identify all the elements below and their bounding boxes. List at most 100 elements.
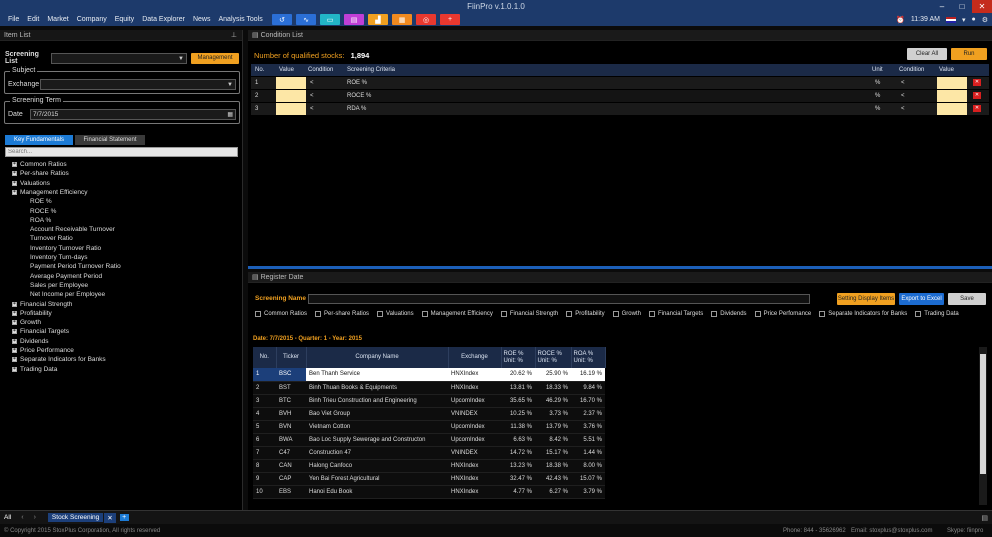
layout-icon[interactable]: ▤	[981, 514, 988, 522]
maximize-icon[interactable]: □	[952, 0, 972, 13]
th-no[interactable]: No.	[253, 347, 277, 368]
expand-icon[interactable]: +	[12, 171, 17, 177]
delete-icon[interactable]: ✕	[973, 105, 981, 112]
row-condition[interactable]: <	[310, 103, 314, 115]
delete-icon[interactable]: ✕	[973, 79, 981, 86]
table-row[interactable]: 5 BVN Vietnam Cotton UpcomIndex 11.38 % 13.79…	[253, 420, 605, 434]
menu-news[interactable]: News	[189, 13, 215, 26]
chart-icon[interactable]: ∿	[296, 14, 316, 25]
checkbox-icon[interactable]	[500, 311, 507, 317]
menu-file[interactable]: File	[4, 13, 23, 26]
tab-stock-screening[interactable]: Stock Screening	[47, 513, 104, 522]
row-condition-2[interactable]: <	[901, 103, 905, 115]
expand-icon[interactable]: +	[12, 162, 17, 167]
category-checkbox[interactable]: Per-share Ratios	[315, 311, 369, 317]
value-2-input[interactable]	[937, 103, 967, 115]
table-row[interactable]: 4 BVH Bao Viet Group VNINDEX 10.25 % 3.73 % 2.…	[253, 407, 605, 421]
tree-subitem[interactable]: Inventory Turnover Ratio	[30, 245, 101, 252]
tree-subitem[interactable]: ROA %	[30, 217, 51, 224]
row-condition-2[interactable]: <	[901, 77, 905, 89]
date-picker[interactable]: 7/7/2015 ▦	[30, 109, 236, 120]
th-ticker[interactable]: Ticker	[276, 347, 307, 368]
table-row[interactable]: 9 CAP Yen Bai Forest Agricultural HNXIndex 3…	[253, 472, 605, 486]
expand-icon[interactable]: +	[12, 320, 17, 326]
minimize-icon[interactable]: –	[932, 0, 952, 13]
tree-item[interactable]: + Common Ratios	[12, 161, 67, 168]
th-roa[interactable]: ROA % Unit: %	[571, 347, 606, 368]
user-icon[interactable]: ●	[971, 16, 975, 23]
tree-item[interactable]: + Financial Strength	[12, 301, 72, 308]
vertical-scrollbar[interactable]	[979, 347, 987, 505]
tree-subitem[interactable]: Sales per Employee	[30, 282, 88, 289]
category-checkbox[interactable]: Separate Indicators for Banks	[819, 311, 907, 317]
tree-subitem[interactable]: ROE %	[30, 198, 52, 205]
tree-item[interactable]: + Separate Indicators for Banks	[12, 356, 106, 363]
th-company-name[interactable]: Company Name	[306, 347, 449, 368]
language-dropdown-icon[interactable]: ▾	[962, 16, 966, 24]
condition-row[interactable]: 2 < ROCE %% < ✕	[251, 90, 989, 102]
tree-item[interactable]: + Growth	[12, 319, 41, 326]
th-exchange[interactable]: Exchange	[448, 347, 502, 368]
delete-icon[interactable]: ✕	[973, 92, 981, 99]
menu-company[interactable]: Company	[73, 13, 111, 26]
tree-item[interactable]: + Valuations	[12, 180, 50, 187]
prev-icon[interactable]: ‹	[21, 514, 23, 521]
tree-item[interactable]: + Dividends	[12, 338, 49, 345]
history-icon[interactable]: ↺	[272, 14, 292, 25]
clear-all-button[interactable]: Clear All	[907, 48, 947, 60]
table-row[interactable]: 1 BSC Ben Thanh Service HNXIndex 20.62 % 25.9…	[253, 368, 605, 382]
report-icon[interactable]: ▦	[392, 14, 412, 25]
tree-subitem[interactable]: Turnover Ratio	[30, 235, 73, 242]
tree-subitem[interactable]: Net Income per Employee	[30, 291, 105, 298]
scrollbar-thumb[interactable]	[980, 354, 986, 474]
tree-item[interactable]: + Management Efficiency	[12, 189, 87, 196]
tree-item[interactable]: + Per-share Ratios	[12, 170, 69, 177]
category-checkbox[interactable]: Growth	[612, 311, 641, 317]
setting-display-items-button[interactable]: Setting Display Items	[837, 293, 895, 305]
new-tab-icon[interactable]: +	[119, 514, 129, 521]
expand-icon[interactable]: +	[12, 329, 17, 335]
checkbox-icon[interactable]	[421, 311, 428, 317]
save-button[interactable]: Save	[948, 293, 986, 305]
calendar-icon[interactable]: ▦	[227, 110, 233, 120]
condition-row[interactable]: 3 < RDA %% < ✕	[251, 103, 989, 115]
exchange-select[interactable]: ▼	[40, 79, 236, 90]
expand-icon[interactable]: +	[12, 310, 17, 316]
tree-item[interactable]: + Trading Data	[12, 366, 57, 373]
checkbox-icon[interactable]	[819, 311, 826, 317]
pin-icon[interactable]: ⊥	[231, 30, 237, 41]
table-row[interactable]: 10 EBS Hanoi Edu Book HNXIndex 4.77 % 6.27 % 3…	[253, 485, 605, 499]
tree-subitem[interactable]: Inventory Turn-days	[30, 254, 87, 261]
category-checkbox[interactable]: Profitability	[566, 311, 605, 317]
expand-icon[interactable]: +	[12, 348, 17, 353]
gear-icon[interactable]: ⚙	[982, 16, 988, 24]
menu-equity[interactable]: Equity	[111, 13, 138, 26]
value-input[interactable]	[276, 103, 306, 115]
industry-icon[interactable]: ▟	[368, 14, 388, 25]
row-condition-2[interactable]: <	[901, 90, 905, 102]
expand-icon[interactable]: +	[12, 366, 17, 372]
tree-subitem[interactable]: Account Receivable Turnover	[30, 226, 115, 233]
run-button[interactable]: Run	[951, 48, 987, 60]
checkbox-icon[interactable]	[377, 311, 384, 317]
value-input[interactable]	[276, 77, 306, 89]
category-checkbox[interactable]: Dividends	[711, 311, 747, 317]
screen-icon[interactable]: ▭	[320, 14, 340, 25]
next-icon[interactable]: ›	[34, 514, 36, 521]
th-roce[interactable]: ROCE % Unit: %	[535, 347, 572, 368]
table-row[interactable]: 8 CAN Halong Canfoco HNXIndex 13.23 % 18.38 %…	[253, 459, 605, 473]
table-row[interactable]: 7 C47 Construction 47 VNINDEX 14.72 % 15.17 %…	[253, 446, 605, 460]
tree-item[interactable]: + Price Performance	[12, 347, 74, 354]
alarm-icon[interactable]: ⏰	[896, 16, 905, 24]
checkbox-icon[interactable]	[612, 311, 619, 317]
category-checkbox[interactable]: Valuations	[377, 311, 414, 317]
flag-icon[interactable]	[945, 16, 956, 23]
search-input[interactable]	[5, 147, 238, 157]
tab-key-fundamentals[interactable]: Key Fundamentals	[5, 135, 73, 145]
condition-row[interactable]: 1 < ROE %% < ✕	[251, 77, 989, 89]
close-icon[interactable]: ✕	[972, 0, 992, 13]
row-condition[interactable]: <	[310, 77, 314, 89]
close-tab-icon[interactable]: ✕	[104, 512, 116, 523]
value-2-input[interactable]	[937, 77, 967, 89]
management-button[interactable]: Management	[191, 52, 239, 64]
